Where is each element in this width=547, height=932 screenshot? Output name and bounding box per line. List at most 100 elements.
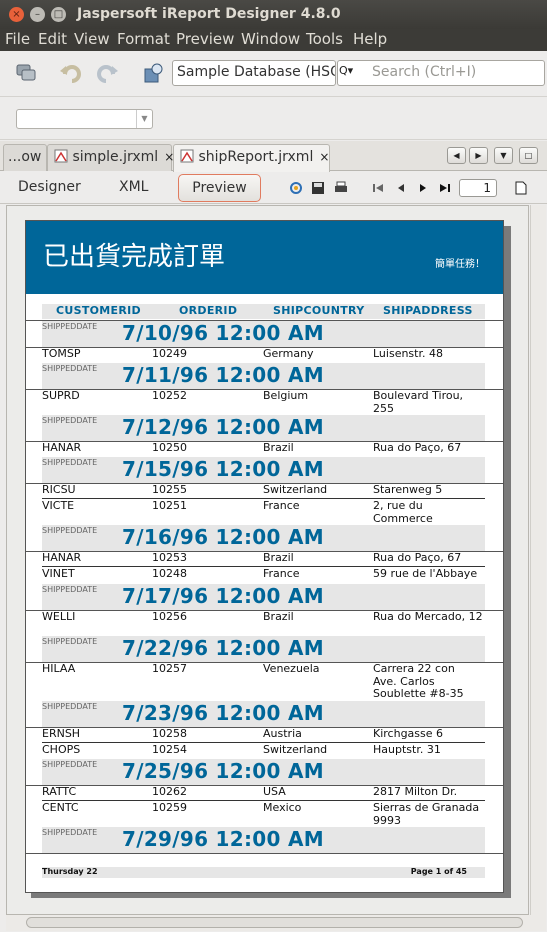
menu-window[interactable]: Window [241, 30, 300, 48]
next-page-icon[interactable] [416, 181, 430, 195]
menu-format[interactable]: Format [117, 30, 170, 48]
cell-shipcountry: USA [263, 785, 286, 798]
undo-icon[interactable] [59, 62, 83, 86]
table-row: RATTC 10262 USA 2817 Milton Dr. [42, 785, 485, 800]
menu-edit[interactable]: Edit [38, 30, 67, 48]
tab-list-button[interactable]: ▼ [494, 147, 513, 164]
table-row: VICTE 10251 France 2, rue du Commerce [42, 499, 485, 526]
print-icon[interactable] [334, 181, 348, 195]
cell-orderid: 10254 [152, 743, 187, 756]
group-header: SHIPPEDDATE 7/25/96 12:00 AM [42, 759, 485, 786]
group-header: SHIPPEDDATE 7/11/96 12:00 AM [42, 363, 485, 390]
cell-shipaddress: Rua do Paço, 67 [373, 441, 462, 454]
scrollbar-thumb[interactable] [26, 917, 523, 928]
cell-shipcountry: Belgium [263, 389, 309, 402]
table-row: HANAR 10250 Brazil Rua do Paço, 67 [42, 441, 485, 456]
preview-tab[interactable]: Preview [178, 174, 261, 202]
group-rule [26, 853, 503, 854]
scroll-tabs-left-button[interactable]: ◀ [447, 147, 466, 164]
close-icon[interactable]: × [319, 150, 329, 164]
page-number-input[interactable]: 1 [459, 179, 497, 197]
menu-tools[interactable]: Tools [306, 30, 343, 48]
menu-view[interactable]: View [74, 30, 110, 48]
tab-overflow[interactable]: ...ow [3, 144, 47, 171]
maximize-editor-button[interactable]: □ [519, 147, 538, 164]
report-subtitle: 簡單任務！ [435, 259, 485, 270]
footer-date: Thursday 22 [42, 867, 98, 876]
close-window-button[interactable]: × [9, 7, 24, 22]
group-label: SHIPPEDDATE [42, 702, 98, 711]
menu-preview[interactable]: Preview [176, 30, 234, 48]
report-file-icon [54, 149, 68, 163]
cell-shipaddress: Rua do Paço, 67 [373, 551, 462, 564]
group-header: SHIPPEDDATE 7/17/96 12:00 AM [42, 584, 485, 611]
cell-customerid: HILAA [42, 662, 76, 675]
previous-page-icon[interactable] [394, 181, 408, 195]
cell-orderid: 10253 [152, 551, 187, 564]
menu-bar: File Edit View Format Preview Window Too… [0, 29, 547, 51]
cell-shipcountry: Switzerland [263, 743, 328, 756]
last-page-icon[interactable] [438, 181, 452, 195]
designer-tab[interactable]: Designer [18, 179, 81, 195]
reload-icon[interactable] [289, 181, 303, 195]
group-date: 7/17/96 12:00 AM [122, 584, 324, 608]
scroll-tabs-right-button[interactable]: ▶ [469, 147, 488, 164]
group-header: SHIPPEDDATE 7/22/96 12:00 AM [42, 636, 485, 663]
xml-tab[interactable]: XML [119, 179, 148, 195]
table-row: HANAR 10253 Brazil Rua do Paço, 67 [42, 551, 485, 566]
first-page-icon[interactable] [371, 181, 385, 195]
group-label: SHIPPEDDATE [42, 526, 98, 535]
cell-shipcountry: Switzerland [263, 483, 328, 496]
cell-customerid: SUPRD [42, 389, 80, 402]
element-dropdown[interactable]: ▼ [16, 109, 153, 129]
group-label: SHIPPEDDATE [42, 760, 98, 769]
cell-shipcountry: Germany [263, 347, 314, 360]
cell-shipaddress: Starenweg 5 [373, 483, 443, 496]
datasource-select[interactable]: Sample Database (HSQLDB) [172, 60, 336, 86]
redo-icon[interactable] [95, 62, 119, 86]
cell-customerid: RATTC [42, 785, 77, 798]
table-row: CHOPS 10254 Switzerland Hauptstr. 31 [42, 743, 485, 758]
cell-orderid: 10255 [152, 483, 187, 496]
vertical-scrollbar[interactable] [530, 205, 546, 915]
query-icon[interactable] [141, 61, 165, 85]
menu-file[interactable]: File [5, 30, 30, 48]
cell-shipcountry: Mexico [263, 801, 302, 814]
cell-orderid: 10249 [152, 347, 187, 360]
database-icon[interactable] [14, 61, 38, 85]
tab-label: simple.jrxml [72, 149, 159, 165]
minimize-window-button[interactable]: – [30, 7, 45, 22]
cell-customerid: WELLI [42, 610, 76, 623]
save-icon[interactable] [311, 181, 325, 195]
table-row: TOMSP 10249 Germany Luisenstr. 48 [42, 347, 485, 362]
group-label: SHIPPEDDATE [42, 322, 98, 331]
menu-help[interactable]: Help [353, 30, 387, 48]
cell-shipaddress: Sierras de Granada 9993 [373, 801, 480, 827]
group-date: 7/11/96 12:00 AM [122, 363, 324, 387]
cell-shipcountry: Austria [263, 727, 302, 740]
tab-shipreport[interactable]: shipReport.jrxml × [173, 144, 330, 172]
search-icon[interactable]: Q▾ [339, 64, 361, 82]
group-date: 7/29/96 12:00 AM [122, 827, 324, 851]
page-icon[interactable] [514, 181, 528, 195]
cell-orderid: 10262 [152, 785, 187, 798]
group-header: SHIPPEDDATE 7/10/96 12:00 AM [42, 321, 485, 348]
search-input[interactable]: Search (Ctrl+I) [337, 60, 545, 86]
cell-customerid: TOMSP [42, 347, 81, 360]
group-label: SHIPPEDDATE [42, 364, 98, 373]
report-page: 已出貨完成訂單 簡單任務！ CUSTOMERID ORDERID SHIPCOU… [25, 220, 504, 893]
cell-orderid: 10248 [152, 567, 187, 580]
report-title-band: 已出貨完成訂單 簡單任務！ [26, 221, 503, 294]
horizontal-scrollbar[interactable] [6, 915, 546, 931]
tab-simple[interactable]: simple.jrxml × [47, 144, 174, 171]
cell-orderid: 10251 [152, 499, 187, 512]
cell-shipcountry: France [263, 567, 300, 580]
group-date: 7/23/96 12:00 AM [122, 701, 324, 725]
cell-customerid: HANAR [42, 551, 82, 564]
page-footer: Thursday 22 Page 1 of 45 [42, 867, 485, 878]
maximize-window-button[interactable]: □ [51, 7, 66, 22]
table-row: CENTC 10259 Mexico Sierras de Granada 99… [42, 801, 485, 828]
cell-shipaddress: 2, rue du Commerce [373, 499, 433, 525]
group-date: 7/22/96 12:00 AM [122, 636, 324, 660]
column-header: CUSTOMERID ORDERID SHIPCOUNTRY SHIPADDRE… [42, 304, 485, 319]
